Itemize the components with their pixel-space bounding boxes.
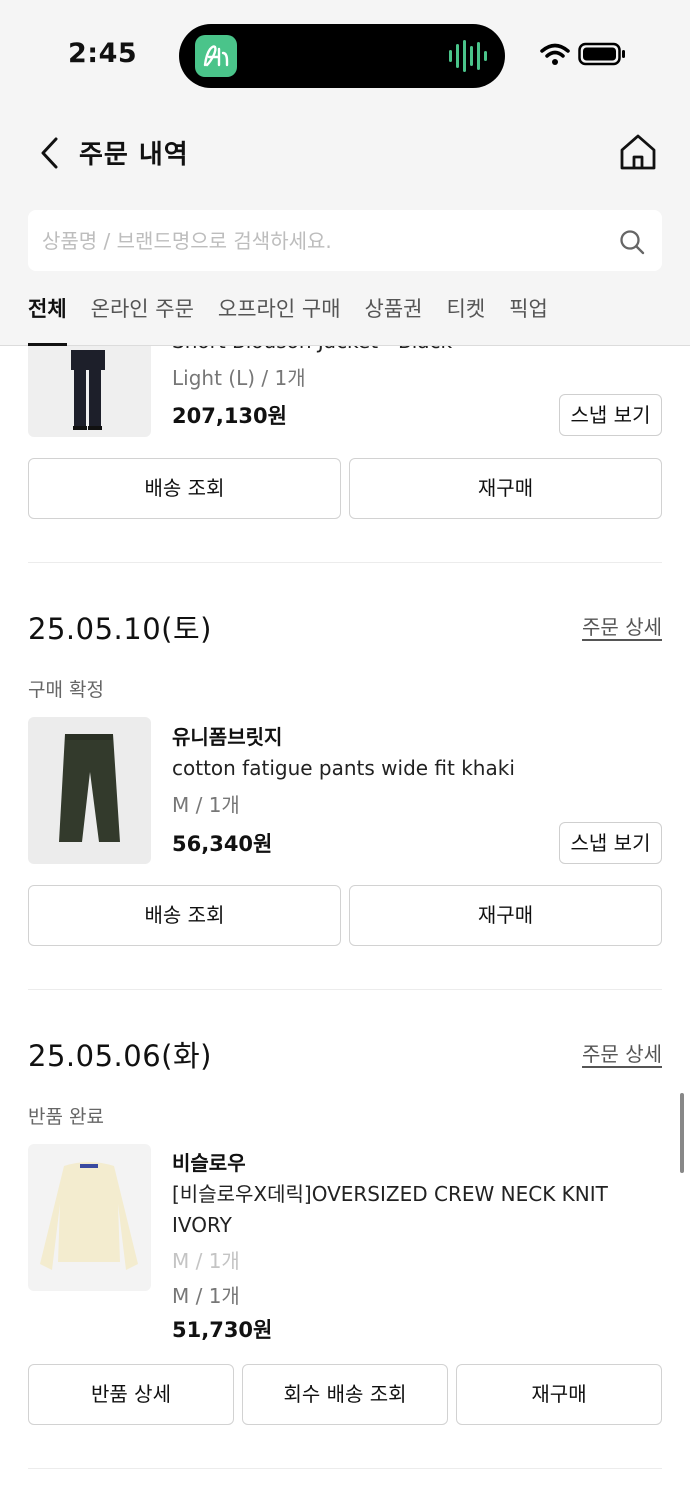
tab-gift-card[interactable]: 상품권 — [365, 290, 423, 346]
snap-view-button[interactable]: 스냅 보기 — [559, 822, 662, 864]
page-header: 주문 내역 — [0, 120, 690, 186]
section-divider — [28, 562, 662, 563]
page-title: 주문 내역 — [79, 140, 189, 170]
order-date: 25.05.10(토) — [28, 612, 212, 646]
app-logo-icon — [195, 35, 237, 77]
delivery-tracking-button[interactable]: 배송 조회 — [28, 885, 341, 946]
product-thumbnail[interactable] — [28, 1144, 151, 1291]
rebuy-button[interactable]: 재구매 — [456, 1364, 662, 1425]
order-date: 25.05.06(화) — [28, 1039, 212, 1073]
order-detail-link[interactable]: 주문 상세 — [582, 611, 662, 640]
order-detail-link[interactable]: 주문 상세 — [582, 1038, 662, 1067]
audio-wave-icon — [449, 40, 487, 72]
original-option: M / 1개 — [172, 1249, 240, 1273]
search-icon[interactable] — [618, 228, 646, 256]
back-arrow-icon[interactable] — [36, 136, 66, 170]
product-price: 207,130원 — [172, 404, 287, 428]
tab-all[interactable]: 전체 — [28, 290, 67, 346]
product-option: M / 1개 — [172, 1284, 240, 1308]
dynamic-island — [179, 24, 505, 88]
snap-view-button[interactable]: 스냅 보기 — [559, 394, 662, 436]
product-price: 56,340원 — [172, 832, 273, 856]
status-time: 2:45 — [68, 38, 138, 69]
tab-bar: 전체 온라인 주문 오프라인 구매 상품권 티켓 픽업 — [28, 290, 572, 346]
tab-online-order[interactable]: 온라인 주문 — [91, 290, 194, 346]
order-status: 구매 확정 — [28, 679, 104, 701]
product-option: M / 1개 — [172, 793, 240, 817]
wifi-icon — [540, 43, 570, 65]
pickup-tracking-button[interactable]: 회수 배송 조회 — [242, 1364, 448, 1425]
scrollbar[interactable] — [680, 1093, 684, 1173]
tab-offline-purchase[interactable]: 오프라인 구매 — [218, 290, 341, 346]
battery-icon — [578, 42, 625, 66]
product-name: [비슬로우X데릭]OVERSIZED CREW NECK KNIT IVORY — [172, 1182, 608, 1237]
delivery-tracking-button[interactable]: 배송 조회 — [28, 458, 341, 519]
product-thumbnail[interactable] — [28, 717, 151, 864]
status-bar: 2:45 — [0, 0, 690, 110]
tab-ticket[interactable]: 티켓 — [447, 290, 486, 346]
product-price: 51,730원 — [172, 1318, 273, 1342]
home-icon[interactable] — [618, 132, 658, 172]
brand-name: 비슬로우 — [172, 1151, 246, 1175]
search-input[interactable] — [42, 210, 612, 271]
brand-name: 유니폼브릿지 — [172, 725, 283, 749]
product-name: cotton fatigue pants wide fit khaki — [172, 756, 515, 780]
top-bar: 2:45 주문 내역 상품명 / 브랜드명으로 검색하세요. 전체 온라인 주문… — [0, 0, 690, 346]
rebuy-button[interactable]: 재구매 — [349, 458, 662, 519]
tab-pickup[interactable]: 픽업 — [509, 290, 548, 346]
search-bar — [28, 210, 662, 271]
product-option: Light (L) / 1개 — [172, 366, 306, 390]
return-detail-button[interactable]: 반품 상세 — [28, 1364, 234, 1425]
order-status: 반품 완료 — [28, 1106, 104, 1128]
section-divider — [28, 1468, 662, 1469]
rebuy-button[interactable]: 재구매 — [349, 885, 662, 946]
section-divider — [28, 989, 662, 990]
